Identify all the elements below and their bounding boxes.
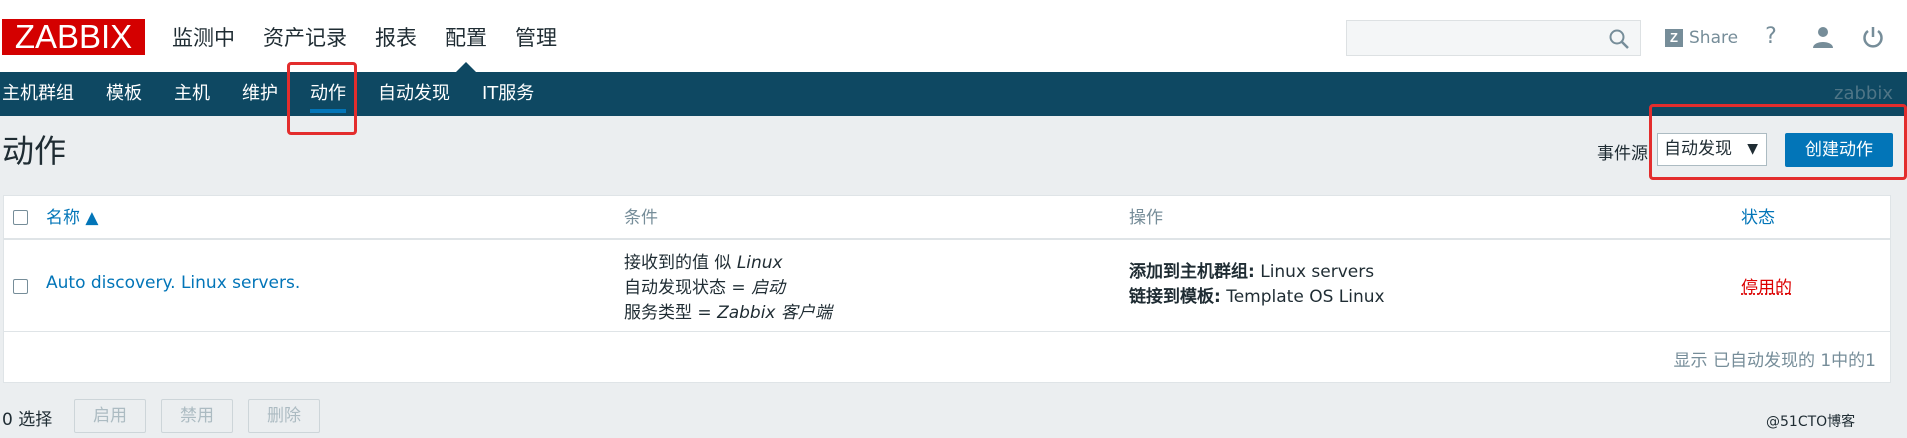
subnav-templates[interactable]: 模板	[90, 72, 158, 116]
disable-button[interactable]: 禁用	[161, 399, 233, 433]
column-name-sort[interactable]: 名称 ▲	[46, 196, 98, 240]
dropdown-arrow-icon: ▼	[1747, 141, 1758, 157]
main-menu: 监测中 资产记录 报表 配置 管理	[158, 20, 571, 72]
search-icon[interactable]	[1608, 28, 1630, 50]
select-all-checkbox[interactable]	[13, 210, 28, 225]
subnav-host-groups[interactable]: 主机群组	[0, 72, 90, 116]
subnav-actions[interactable]: 动作	[294, 72, 362, 116]
condition-line: 自动发现状态 = 启动	[624, 278, 786, 298]
page-title: 动作	[2, 132, 67, 170]
column-conditions: 条件	[624, 208, 658, 228]
menu-configuration[interactable]: 配置	[431, 20, 501, 72]
server-name: zabbix	[1834, 83, 1893, 104]
create-action-button[interactable]: 创建动作	[1785, 133, 1893, 167]
share-label: Share	[1689, 28, 1739, 48]
subnav-it-services[interactable]: IT服务	[466, 72, 550, 116]
sign-out-icon[interactable]	[1860, 24, 1886, 50]
menu-inventory[interactable]: 资产记录	[249, 20, 361, 56]
top-header: ZABBIX 监测中 资产记录 报表 配置 管理 Z Share ?	[0, 0, 1907, 72]
column-status-sort[interactable]: 状态	[1741, 196, 1775, 240]
sub-navigation: 主机群组 模板 主机 维护 动作 自动发现 IT服务 zabbix	[0, 72, 1907, 116]
condition-line: 接收到的值 似 Linux	[624, 253, 783, 273]
row-checkbox[interactable]	[13, 279, 28, 294]
subnav-discovery[interactable]: 自动发现	[362, 72, 466, 116]
event-source-select[interactable]: 自动发现 ▼	[1657, 133, 1767, 166]
help-icon[interactable]: ?	[1758, 24, 1784, 50]
subnav-hosts[interactable]: 主机	[158, 72, 226, 116]
action-conditions: 接收到的值 似 Linux 自动发现状态 = 启动 服务类型 = Zabbix …	[624, 251, 832, 326]
zabbix-logo[interactable]: ZABBIX	[2, 19, 145, 55]
status-toggle-link[interactable]: 停用的	[1741, 273, 1792, 298]
table-footer-count: 显示 已自动发现的 1中的1	[1673, 351, 1876, 371]
column-operations: 操作	[1129, 208, 1163, 228]
user-profile-icon[interactable]	[1810, 24, 1836, 50]
action-operations: 添加到主机群组: Linux servers 链接到模板: Template O…	[1129, 260, 1385, 310]
watermark: @51CTO博客	[1766, 414, 1856, 430]
menu-administration[interactable]: 管理	[501, 20, 571, 56]
menu-monitoring[interactable]: 监测中	[158, 20, 249, 56]
operation-line: 添加到主机群组: Linux servers	[1129, 262, 1375, 282]
table-header: 名称 ▲ 条件 操作 状态	[4, 196, 1890, 240]
condition-line: 服务类型 = Zabbix 客户端	[624, 303, 832, 323]
table-row: Auto discovery. Linux servers. 接收到的值 似 L…	[4, 242, 1890, 332]
selected-count: 0 选择	[2, 410, 53, 430]
search-input[interactable]	[1346, 20, 1641, 56]
event-source-label: 事件源	[1597, 144, 1648, 164]
subnav-maintenance[interactable]: 维护	[226, 72, 294, 116]
delete-button[interactable]: 删除	[248, 399, 320, 433]
actions-table: 名称 ▲ 条件 操作 状态 Auto discovery. Linux serv…	[3, 195, 1891, 383]
operation-line: 链接到模板: Template OS Linux	[1129, 287, 1385, 307]
menu-reports[interactable]: 报表	[361, 20, 431, 56]
zabbix-share-icon: Z	[1665, 29, 1683, 47]
action-name-link[interactable]: Auto discovery. Linux servers.	[46, 273, 300, 293]
enable-button[interactable]: 启用	[74, 399, 146, 433]
event-source-value: 自动发现	[1664, 139, 1732, 159]
share-link[interactable]: Z Share	[1665, 26, 1738, 50]
